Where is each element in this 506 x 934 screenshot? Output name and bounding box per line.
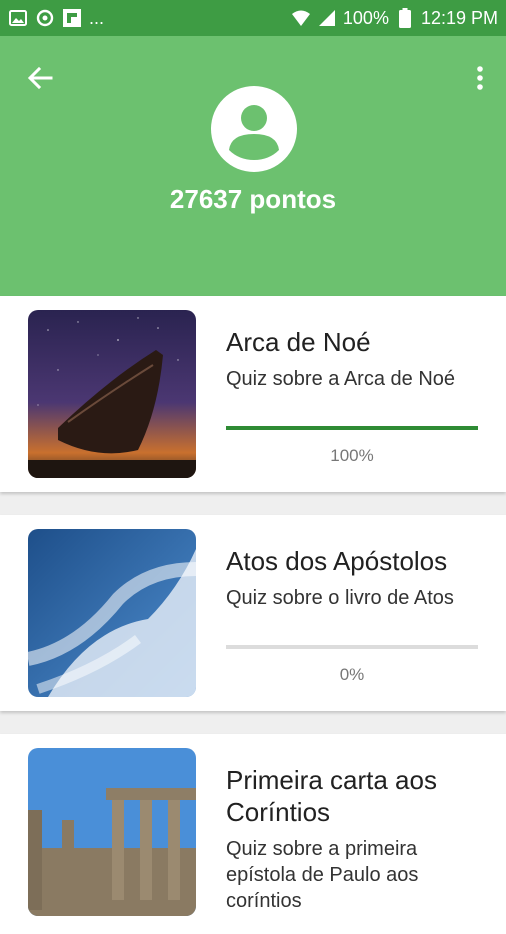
quiz-card[interactable]: Primeira carta aos Coríntios Quiz sobre … [0,734,506,934]
battery-percent: 100% [342,7,389,28]
quiz-progress-label: 0% [339,665,365,684]
quiz-description: Quiz sobre a Arca de Noé [226,368,456,390]
back-button[interactable] [22,60,58,96]
arrow-back-icon [27,66,53,90]
quiz-thumbnail [28,529,196,697]
clock: 12:19 PM [420,7,498,28]
quiz-description: Quiz sobre a primeira epístola de Paulo … [226,838,419,912]
wifi-icon [291,8,311,28]
overflow-menu-button[interactable] [468,60,492,96]
quiz-progress-bar [226,645,478,649]
quiz-card[interactable]: Atos dos Apóstolos Quiz sobre o livro de… [0,515,506,711]
points-total: 27637 pontos [169,184,337,214]
more-vert-icon [477,66,483,90]
quiz-progress-bar [226,426,478,430]
battery-icon [395,8,415,28]
more-notifications-indicator: ... [89,7,105,28]
quiz-title: Arca de Noé [226,327,371,357]
flipboard-notification-icon [62,8,82,28]
quiz-card[interactable]: Arca de Noé Quiz sobre a Arca de Noé 100… [0,296,506,492]
quiz-progress-fill [226,426,478,430]
quiz-title: Primeira carta aos Coríntios [226,765,437,827]
signal-icon [317,8,337,28]
user-avatar-icon [211,86,297,172]
quiz-description: Quiz sobre o livro de Atos [226,587,454,609]
status-bar: ... 100% 12:19 PM [0,0,506,36]
quiz-thumbnail [28,310,196,478]
quiz-title: Atos dos Apóstolos [226,546,448,576]
gallery-notification-icon [8,8,28,28]
profile-header: 27637 pontos [0,36,506,296]
quiz-progress-label: 100% [330,446,374,465]
quiz-thumbnail [28,748,196,916]
sync-notification-icon [35,8,55,28]
